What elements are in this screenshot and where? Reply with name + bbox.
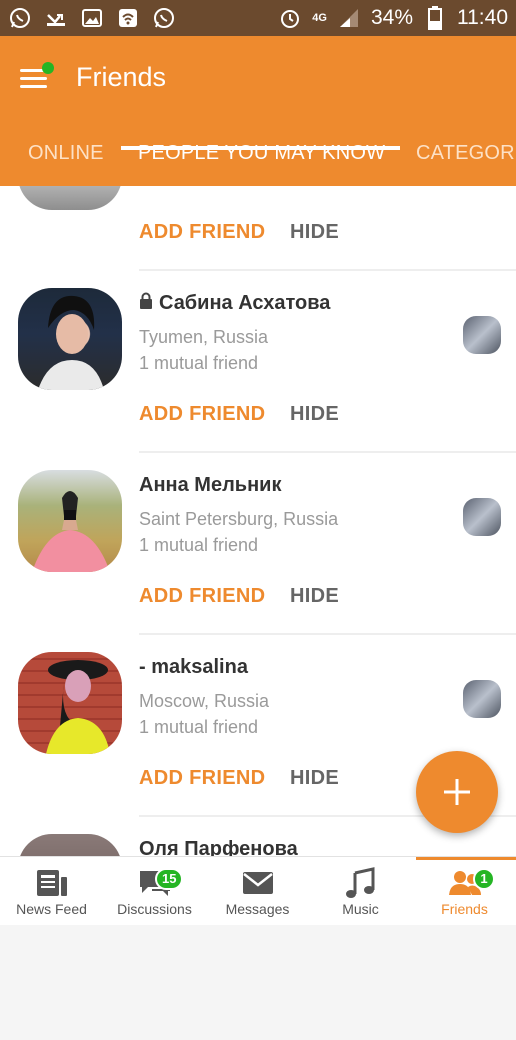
avatar[interactable] [18,652,122,754]
news-feed-icon [35,867,69,899]
battery-percent: 34% [370,6,413,29]
nav-label: Messages [225,901,290,917]
contact-location: Tyumen, Russia [139,327,269,347]
avatar[interactable] [18,834,122,856]
image-icon [80,6,104,30]
mutual-friends-count: 1 mutual friend [139,717,259,737]
whatsapp-icon [8,6,32,30]
add-friend-button[interactable]: ADD FRIEND [139,221,265,244]
nav-music[interactable]: Music [309,857,412,925]
list-item: Сабина Асхатова Tyumen, Russia 1 mutual … [0,271,516,453]
nav-label: News Feed [16,901,87,917]
avatar[interactable] [18,288,122,390]
notification-dot [42,62,54,74]
active-tab-indicator [121,146,400,150]
mutual-friends-count: 1 mutual friend [139,535,259,555]
nav-discussions[interactable]: 15 Discussions [103,857,206,925]
hamburger-line [20,77,47,80]
contact-location: Saint Petersburg, Russia [139,509,339,529]
hide-button[interactable]: HIDE [290,767,339,790]
status-bar: 4G 34% 11:40 [0,0,516,36]
avatar[interactable] [18,186,122,210]
contact-name[interactable]: - maksalina [139,656,248,679]
add-friend-button[interactable]: ADD FRIEND [139,585,265,608]
envelope-icon [241,867,275,899]
contact-location: Moscow, Russia [139,691,270,711]
plus-icon [444,779,470,805]
tab-people-you-may-know[interactable]: PEOPLE YOU MAY KNOW [138,134,385,186]
hamburger-line [20,85,47,88]
avatar[interactable] [18,470,122,572]
add-button[interactable] [416,751,498,833]
menu-button[interactable] [18,62,54,98]
page-title: Friends [76,62,167,92]
mutual-friend-avatar[interactable] [463,680,501,718]
contact-name[interactable]: Сабина Асхатова [139,292,330,315]
nav-news-feed[interactable]: News Feed [0,857,103,925]
hide-button[interactable]: HIDE [290,585,339,608]
nav-label: Friends [441,901,488,917]
hide-button[interactable]: HIDE [290,221,339,244]
contact-name[interactable]: Оля Парфенова [139,838,298,856]
music-note-icon [344,867,378,899]
contact-name-text: Сабина Асхатова [159,292,331,314]
mutual-friend-avatar[interactable] [463,316,501,354]
discussions-badge: 15 [155,868,184,890]
add-friend-button[interactable]: ADD FRIEND [139,767,265,790]
battery-icon [423,6,447,30]
nav-friends[interactable]: 1 Friends [413,857,516,925]
tab-bar: ONLINE PEOPLE YOU MAY KNOW CATEGORI [0,134,516,186]
nav-messages[interactable]: Messages [206,857,309,925]
whatsapp-icon [152,6,176,30]
list-item: Анна Мельник Saint Petersburg, Russia 1 … [0,453,516,635]
notification-icons [8,6,176,30]
alarm-icon [278,6,302,30]
app-screen: 4G 34% 11:40 Friends ONLINE PEOPLE YOU M… [0,0,516,925]
lock-icon [139,292,153,315]
signal-icon [337,6,361,30]
system-status: 4G 34% 11:40 [278,4,508,32]
nav-label: Discussions [117,901,192,917]
friends-badge: 1 [473,868,495,890]
contact-name[interactable]: Анна Мельник [139,474,281,497]
app-bar: Friends ONLINE PEOPLE YOU MAY KNOW CATEG… [0,36,516,186]
network-type: 4G [312,12,327,24]
bottom-navigation: News Feed 15 Discussions Messages Music [0,856,516,925]
hide-button[interactable]: HIDE [290,403,339,426]
missed-call-icon [44,6,68,30]
clock: 11:40 [457,6,508,29]
tab-categories[interactable]: CATEGORI [416,134,516,186]
mutual-friends-count: 1 mutual friend [139,353,259,373]
tab-online[interactable]: ONLINE [28,134,104,186]
mutual-friend-avatar[interactable] [463,498,501,536]
add-friend-button[interactable]: ADD FRIEND [139,403,265,426]
list-item: ADD FRIEND HIDE [0,186,516,271]
wifi-hotspot-icon [116,6,140,30]
nav-label: Music [342,901,379,917]
